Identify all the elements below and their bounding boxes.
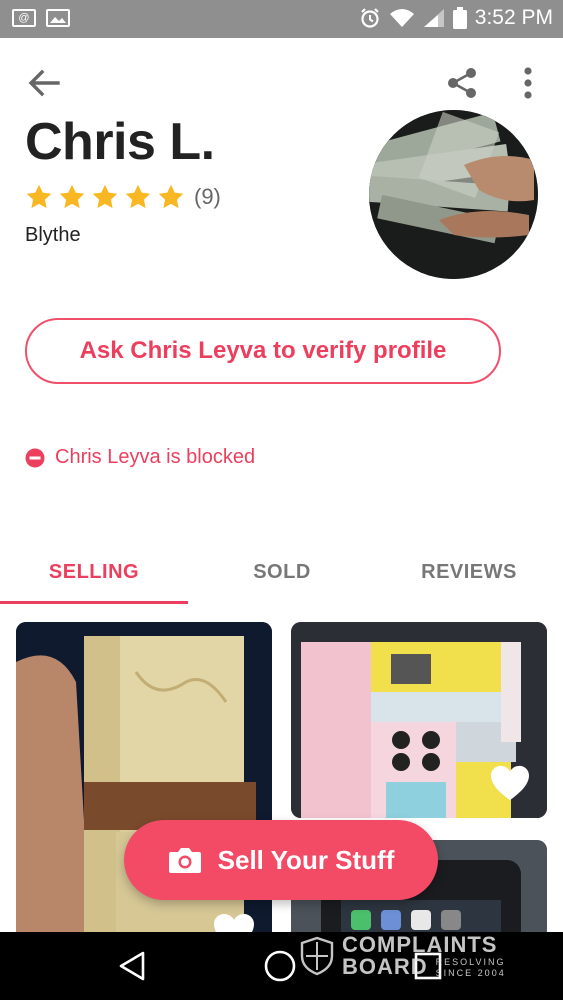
wifi-icon: [389, 8, 415, 28]
nav-home-button[interactable]: [258, 946, 302, 986]
shield-logo-icon: [300, 936, 334, 976]
star-icon: [125, 184, 151, 209]
camera-icon: [168, 848, 201, 873]
share-icon: [448, 68, 476, 98]
active-tab-indicator: [0, 601, 188, 604]
image-icon: [46, 9, 70, 27]
block-icon: [25, 448, 45, 467]
more-vertical-icon: [524, 67, 532, 99]
triangle-back-icon: [119, 951, 145, 981]
alarm-icon: [359, 7, 381, 29]
avatar-photo: [369, 110, 538, 279]
signal-icon: [423, 8, 445, 28]
star-icon: [26, 184, 52, 209]
verify-profile-button[interactable]: Ask Chris Leyva to verify profile: [25, 318, 501, 384]
star-icon: [158, 184, 184, 209]
avatar[interactable]: [369, 110, 538, 279]
battery-icon: [452, 7, 467, 29]
back-button[interactable]: [24, 65, 64, 101]
at-icon: @: [12, 9, 36, 27]
blocked-text: Chris Leyva is blocked: [55, 446, 256, 468]
blocked-notice[interactable]: Chris Leyva is blocked: [25, 446, 255, 469]
favorite-heart-icon[interactable]: [489, 764, 531, 802]
profile-tabs: SELLING SOLD REVIEWS: [0, 540, 563, 604]
rating-stars[interactable]: (9): [25, 183, 221, 211]
profile-name: Chris L.: [25, 113, 215, 171]
arrow-left-icon: [28, 69, 60, 97]
more-options-button[interactable]: [510, 63, 546, 103]
sell-your-stuff-button[interactable]: Sell Your Stuff: [124, 820, 438, 900]
rating-count: (9): [194, 184, 221, 209]
tab-sold[interactable]: SOLD: [188, 540, 376, 604]
circle-home-icon: [264, 950, 296, 982]
top-toolbar: [0, 55, 563, 111]
star-icon: [59, 184, 85, 209]
watermark-tagline1: RESOLVING: [435, 957, 506, 967]
star-icon: [92, 184, 118, 209]
status-bar: @ 3:52 PM: [0, 0, 563, 38]
watermark-line2: BOARD: [342, 954, 428, 979]
tab-selling[interactable]: SELLING: [0, 540, 188, 604]
status-time: 3:52 PM: [474, 6, 553, 29]
listing-card-toy-kitchen[interactable]: [291, 622, 547, 818]
share-button[interactable]: [442, 63, 482, 103]
complaints-board-watermark: COMPLAINTS BOARD RESOLVING SINCE 2004: [300, 934, 506, 978]
tab-reviews[interactable]: REVIEWS: [375, 540, 563, 604]
watermark-tagline2: SINCE 2004: [435, 968, 506, 978]
profile-location: Blythe: [25, 224, 81, 246]
watermark-line1: COMPLAINTS: [342, 932, 498, 957]
nav-back-button[interactable]: [110, 946, 154, 986]
sell-your-stuff-label: Sell Your Stuff: [217, 844, 395, 875]
